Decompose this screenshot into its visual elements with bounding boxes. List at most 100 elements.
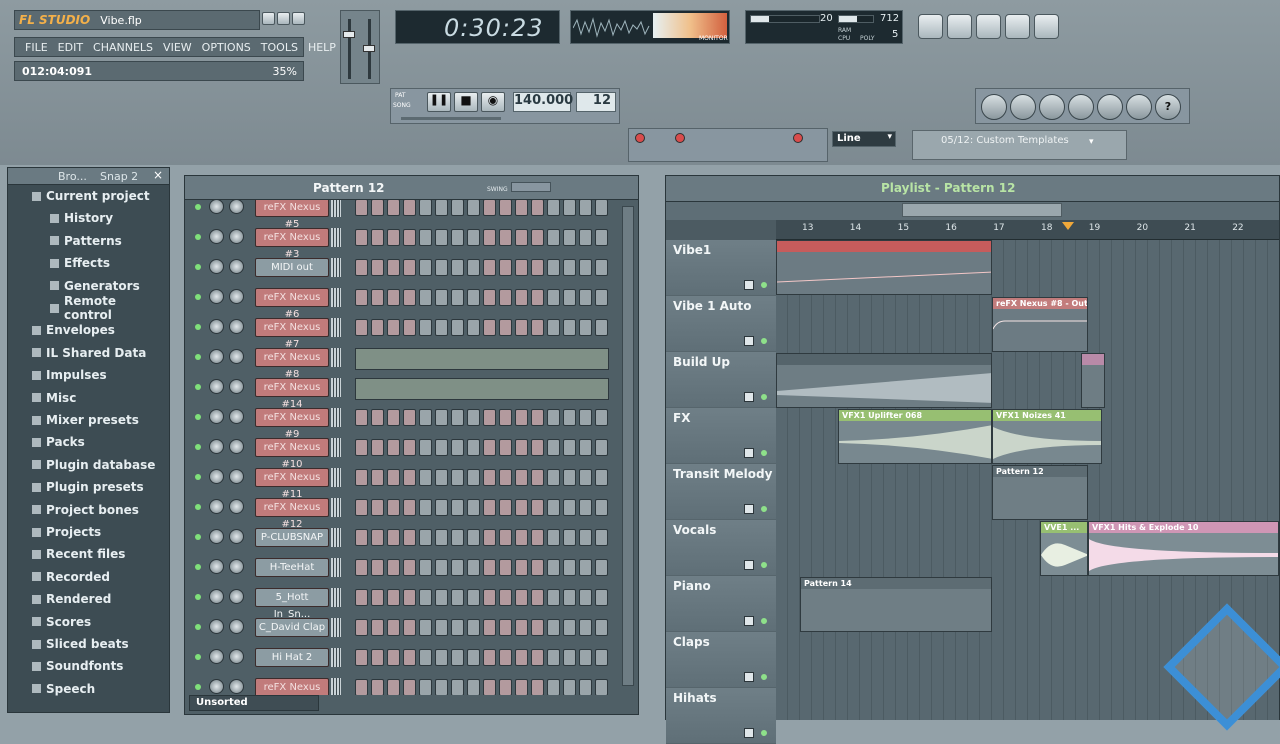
step-button[interactable] — [435, 589, 448, 606]
step-button[interactable] — [563, 229, 576, 246]
step-button[interactable] — [499, 469, 512, 486]
browser-item[interactable]: Recorded — [32, 567, 168, 587]
step-button[interactable] — [435, 259, 448, 276]
step-button[interactable] — [419, 289, 432, 306]
browser-window-button[interactable] — [1005, 14, 1030, 39]
track-enable-led[interactable] — [761, 450, 767, 456]
step-button[interactable] — [467, 679, 480, 695]
step-button[interactable] — [595, 319, 608, 336]
step-button[interactable] — [435, 229, 448, 246]
step-button[interactable] — [403, 589, 416, 606]
step-button[interactable] — [515, 259, 528, 276]
render-icon[interactable] — [1039, 94, 1065, 120]
channel-select-indicator[interactable] — [331, 318, 341, 337]
menu-tools[interactable]: TOOLS — [261, 41, 298, 54]
step-button[interactable] — [563, 289, 576, 306]
browser-item[interactable]: Plugin presets — [32, 477, 168, 497]
channel-pan-knob[interactable] — [209, 200, 224, 214]
step-button[interactable] — [483, 229, 496, 246]
browser-item[interactable]: Sliced beats — [32, 634, 168, 654]
step-button[interactable] — [355, 559, 368, 576]
step-button[interactable] — [563, 529, 576, 546]
step-button[interactable] — [371, 259, 384, 276]
channel-volume-knob[interactable] — [229, 469, 244, 484]
step-button[interactable] — [547, 200, 560, 216]
step-button[interactable] — [355, 619, 368, 636]
step-button[interactable] — [467, 319, 480, 336]
channel-volume-knob[interactable] — [229, 200, 244, 214]
channel-volume-knob[interactable] — [229, 379, 244, 394]
playhead-marker[interactable] — [1062, 222, 1074, 230]
step-button[interactable] — [483, 289, 496, 306]
step-button[interactable] — [595, 529, 608, 546]
step-button[interactable] — [595, 439, 608, 456]
step-button[interactable] — [451, 229, 464, 246]
channel-mute-led[interactable] — [195, 474, 201, 480]
browser-item[interactable]: History — [50, 208, 168, 228]
channel-volume-knob[interactable] — [229, 439, 244, 454]
step-button[interactable] — [371, 679, 384, 695]
record-red-icon[interactable] — [635, 133, 645, 143]
step-button[interactable] — [547, 289, 560, 306]
menu-channels[interactable]: CHANNELS — [93, 41, 153, 54]
step-button[interactable] — [467, 529, 480, 546]
window-restore-button[interactable] — [277, 12, 290, 25]
step-button[interactable] — [499, 589, 512, 606]
step-button[interactable] — [579, 439, 592, 456]
channel-filter-select[interactable]: Unsorted — [189, 695, 319, 711]
step-button[interactable] — [579, 499, 592, 516]
lock-icon[interactable] — [744, 560, 754, 570]
step-button[interactable] — [499, 200, 512, 216]
step-button[interactable] — [595, 559, 608, 576]
step-button[interactable] — [419, 409, 432, 426]
clip-pattern14[interactable]: Pattern 14 — [800, 577, 992, 632]
step-button[interactable] — [531, 499, 544, 516]
step-button[interactable] — [467, 289, 480, 306]
channel-mute-led[interactable] — [195, 414, 201, 420]
channel-select-indicator[interactable] — [331, 228, 341, 247]
track-enable-led[interactable] — [761, 282, 767, 288]
channel-name-button[interactable]: H-TeeHat — [255, 558, 329, 577]
channel-select-indicator[interactable] — [331, 378, 341, 397]
template-select[interactable]: 05/12: Custom Templates ▾ — [912, 130, 1127, 160]
step-button[interactable] — [595, 589, 608, 606]
step-button[interactable] — [371, 229, 384, 246]
channel-name-button[interactable]: reFX Nexus #9 — [255, 408, 329, 440]
lock-icon[interactable] — [744, 392, 754, 402]
track-header[interactable]: Build Up — [666, 352, 776, 408]
step-button[interactable] — [435, 319, 448, 336]
clip-vocal-a[interactable]: VVE1 ... — [1040, 521, 1088, 576]
step-button[interactable] — [371, 619, 384, 636]
help-icon[interactable]: ? — [1155, 94, 1181, 120]
track-header[interactable]: Claps — [666, 632, 776, 688]
channel-mute-led[interactable] — [195, 264, 201, 270]
channel-pan-knob[interactable] — [209, 559, 224, 574]
track-enable-led[interactable] — [761, 562, 767, 568]
search-icon[interactable] — [1097, 94, 1123, 120]
channel-select-indicator[interactable] — [331, 468, 341, 487]
track-header[interactable]: Piano — [666, 576, 776, 632]
step-button[interactable] — [355, 229, 368, 246]
step-button[interactable] — [387, 679, 400, 695]
step-button[interactable] — [515, 529, 528, 546]
step-button[interactable] — [467, 649, 480, 666]
track-header[interactable]: Vibe1 — [666, 240, 776, 296]
track-enable-led[interactable] — [761, 394, 767, 400]
step-button[interactable] — [499, 499, 512, 516]
save-icon[interactable] — [1010, 94, 1036, 120]
browser-item[interactable]: Impulses — [32, 365, 168, 385]
channel-name-button[interactable]: reFX Nexus #13 — [255, 678, 329, 695]
step-button[interactable] — [595, 259, 608, 276]
step-button[interactable] — [419, 200, 432, 216]
lock-icon[interactable] — [744, 448, 754, 458]
channel-volume-knob[interactable] — [229, 589, 244, 604]
channel-pan-knob[interactable] — [209, 619, 224, 634]
menu-file[interactable]: FILE — [25, 41, 48, 54]
info-icon[interactable] — [1126, 94, 1152, 120]
step-button[interactable] — [563, 559, 576, 576]
step-button[interactable] — [451, 649, 464, 666]
channel-mute-led[interactable] — [195, 384, 201, 390]
step-button[interactable] — [483, 469, 496, 486]
snap-select[interactable]: Line ▾ — [832, 131, 896, 147]
step-button[interactable] — [467, 469, 480, 486]
